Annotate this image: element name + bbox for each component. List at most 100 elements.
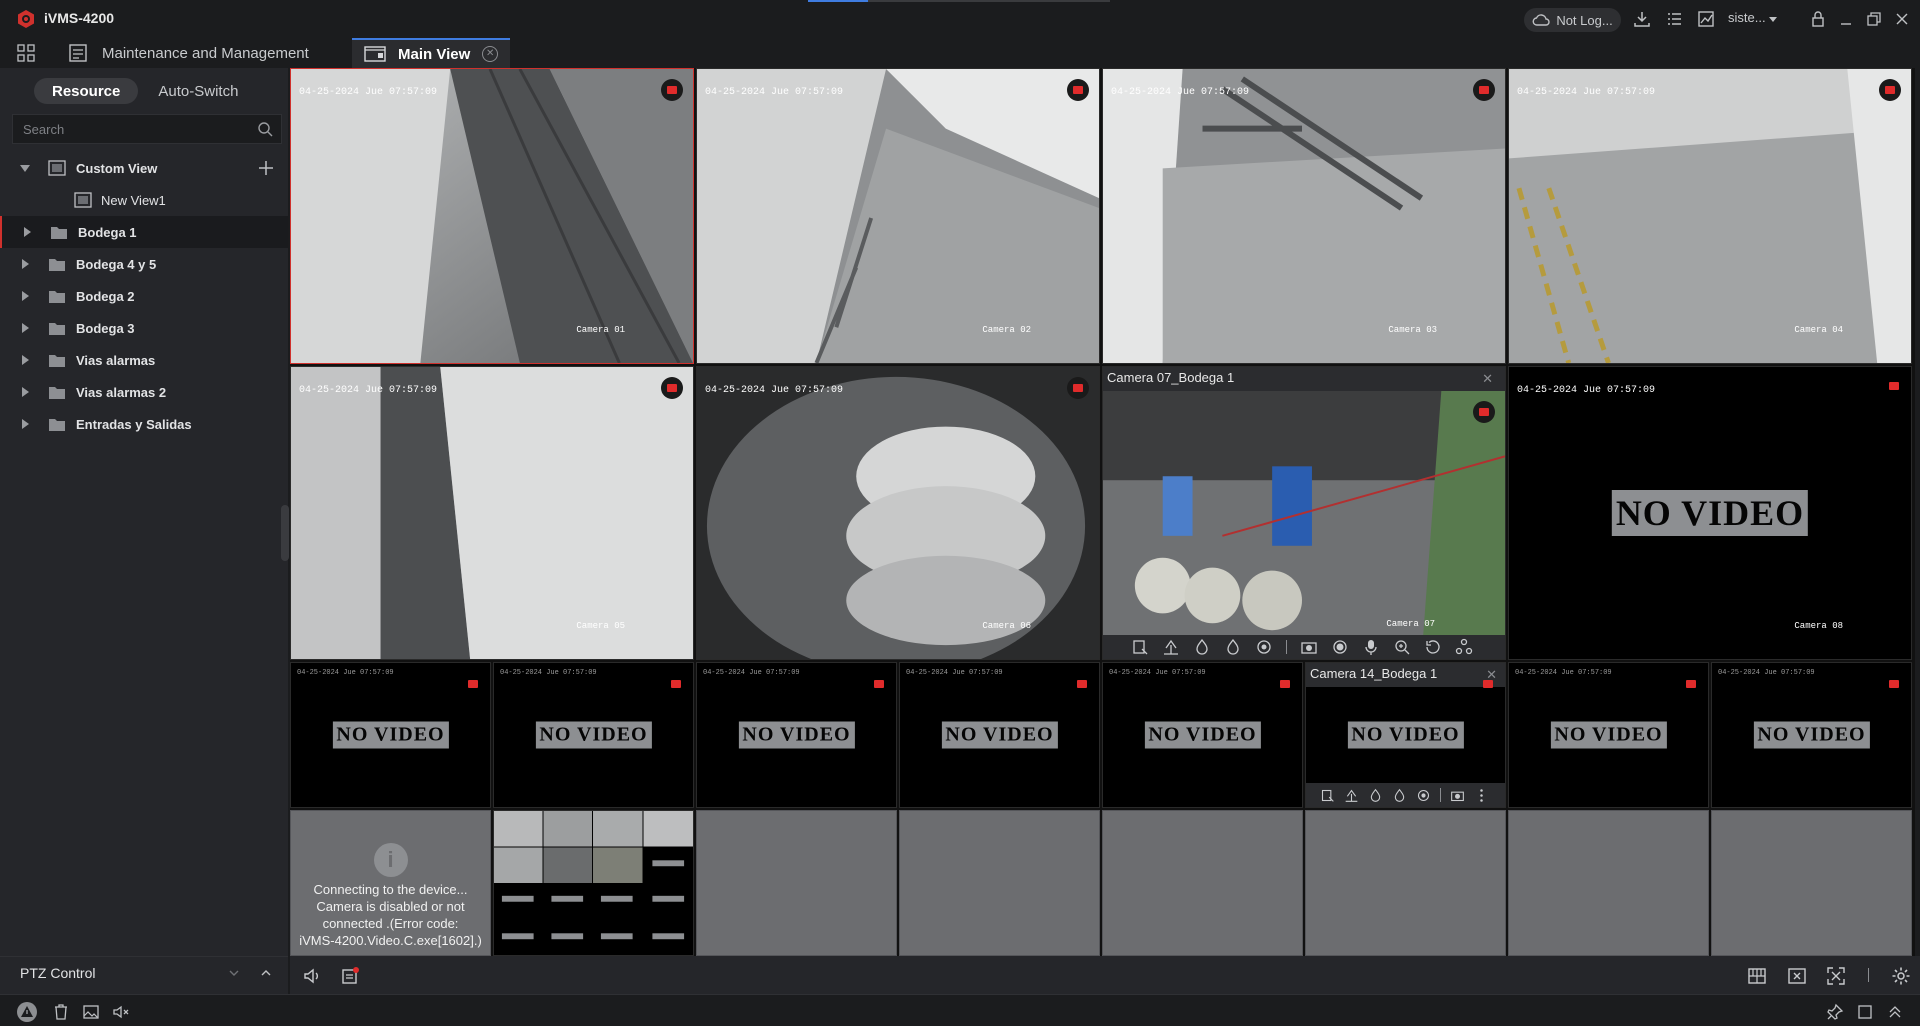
record-icon[interactable]	[1331, 638, 1349, 656]
video-pane-error[interactable]: i Connecting to the device... Camera is …	[290, 810, 491, 956]
tree-item-vias-alarmas-2[interactable]: Vias alarmas 2	[0, 376, 288, 408]
stop-preview-icon[interactable]	[1131, 638, 1149, 656]
video-pane-small[interactable]: 04-25-2024 Jue 07:57:09 NO VIDEO	[899, 662, 1100, 808]
tree-item-new-view1[interactable]: New View1	[0, 184, 288, 216]
collapsed-arrow-icon[interactable]	[20, 387, 30, 397]
video-pane-camera-01[interactable]: 04-25-2024 Jue 07:57:09 Camera 01	[290, 68, 694, 364]
video-pane-small[interactable]: 04-25-2024 Jue 07:57:09 NO VIDEO	[1711, 662, 1912, 808]
capture-icon[interactable]	[1300, 638, 1318, 656]
chart-icon[interactable]	[1696, 9, 1716, 29]
video-pane-camera-08[interactable]: 04-25-2024 Jue 07:57:09 NO VIDEO Camera …	[1508, 366, 1912, 660]
video-pane-empty[interactable]	[1508, 810, 1709, 956]
tree-item-custom-view[interactable]: Custom View	[0, 152, 288, 184]
collapsed-arrow-icon[interactable]	[20, 323, 30, 333]
video-pane-empty[interactable]	[899, 810, 1100, 956]
video-pane-camera-03[interactable]: 04-25-2024 Jue 07:57:09 Camera 03	[1102, 68, 1506, 364]
tab-maintenance[interactable]: Maintenance and Management	[66, 38, 323, 68]
pin-icon[interactable]	[1826, 1003, 1844, 1021]
close-icon[interactable]	[1892, 9, 1912, 29]
search-input[interactable]	[13, 115, 281, 143]
video-pane-small[interactable]: 04-25-2024 Jue 07:57:09 NO VIDEO	[1508, 662, 1709, 808]
restore-icon[interactable]	[1864, 9, 1884, 29]
lock-icon[interactable]	[1808, 9, 1828, 29]
user-name[interactable]: siste...	[1728, 10, 1766, 25]
capture-icon[interactable]	[1450, 788, 1465, 803]
maximize-icon[interactable]	[1856, 1003, 1874, 1021]
expand-up-icon[interactable]	[1886, 1003, 1904, 1021]
image-icon[interactable]	[82, 1003, 100, 1021]
chevron-down-icon[interactable]	[228, 967, 240, 979]
sidebar-collapse-handle[interactable]	[281, 505, 289, 561]
video-pane-small[interactable]: 04-25-2024 Jue 07:57:09 NO VIDEO	[696, 662, 897, 808]
ptz-icon[interactable]	[1162, 638, 1180, 656]
instant-playback-icon[interactable]	[1424, 638, 1442, 656]
video-pane-camera-02[interactable]: 04-25-2024 Jue 07:57:09 Camera 02	[696, 68, 1100, 364]
minimize-icon[interactable]	[1836, 9, 1856, 29]
tree-item-bodega-3[interactable]: Bodega 3	[0, 312, 288, 344]
stop-preview-icon[interactable]	[1320, 788, 1335, 803]
tab-close-icon[interactable]: ✕	[482, 46, 499, 62]
video-pane-camera-05[interactable]: 04-25-2024 Jue 07:57:09 Camera 05	[290, 366, 694, 660]
video-pane-camera-04[interactable]: 04-25-2024 Jue 07:57:09 Camera 04	[1508, 68, 1912, 364]
video-pane-small[interactable]: 04-25-2024 Jue 07:57:09 NO VIDEO	[493, 662, 694, 808]
recording-icon	[1473, 79, 1495, 101]
tree-item-bodega-2[interactable]: Bodega 2	[0, 280, 288, 312]
alarm-icon[interactable]	[16, 1001, 38, 1023]
module-menu-icon[interactable]	[16, 43, 36, 63]
alarm-output-icon[interactable]	[1193, 638, 1211, 656]
chevron-up-icon[interactable]	[260, 967, 272, 979]
mute-icon[interactable]	[112, 1003, 130, 1021]
add-view-icon[interactable]	[258, 160, 274, 176]
video-pane-empty[interactable]	[1102, 810, 1303, 956]
more-functions-icon[interactable]	[1455, 638, 1473, 656]
osd-timestamp: 04-25-2024 Jue 07:57:09	[1515, 669, 1612, 677]
alarm-output-icon[interactable]	[1368, 788, 1383, 803]
layout-icon[interactable]	[1747, 966, 1767, 986]
target-icon[interactable]	[1255, 638, 1273, 656]
tab-auto-switch[interactable]: Auto-Switch	[140, 78, 256, 104]
video-pane-camera-06[interactable]: 04-25-2024 Jue 07:57:09 Camera 06	[696, 366, 1100, 660]
collapsed-arrow-icon[interactable]	[20, 419, 30, 429]
collapsed-arrow-icon[interactable]	[20, 291, 30, 301]
pane-close-icon[interactable]: ✕	[1482, 368, 1493, 390]
task-list-icon[interactable]	[1664, 9, 1684, 29]
delete-icon[interactable]	[52, 1003, 70, 1021]
expanded-arrow-icon[interactable]	[20, 163, 30, 173]
video-pane-small[interactable]: 04-25-2024 Jue 07:57:09 NO VIDEO	[1102, 662, 1303, 808]
video-pane-mosaic-preview[interactable]	[493, 810, 694, 956]
pane-toolbar	[1103, 635, 1505, 659]
download-icon[interactable]	[1632, 9, 1652, 29]
video-pane-empty[interactable]	[696, 810, 897, 956]
tree-item-vias-alarmas[interactable]: Vias alarmas	[0, 344, 288, 376]
fire-icon[interactable]	[1392, 788, 1407, 803]
record-all-icon[interactable]	[340, 966, 360, 986]
collapsed-arrow-icon[interactable]	[22, 227, 32, 237]
fire-icon[interactable]	[1224, 638, 1242, 656]
collapsed-arrow-icon[interactable]	[20, 355, 30, 365]
tab-main-view[interactable]: Main View ✕	[352, 38, 511, 68]
microphone-icon[interactable]	[1362, 638, 1380, 656]
login-status-button[interactable]: Not Log...	[1524, 8, 1621, 32]
collapsed-arrow-icon[interactable]	[20, 259, 30, 269]
settings-icon[interactable]	[1891, 966, 1911, 986]
tree-item-entradas-y-salidas[interactable]: Entradas y Salidas	[0, 408, 288, 440]
video-pane-small[interactable]: 04-25-2024 Jue 07:57:09 NO VIDEO	[290, 662, 491, 808]
target-icon[interactable]	[1416, 788, 1431, 803]
ptz-icon[interactable]	[1344, 788, 1359, 803]
search-icon[interactable]	[257, 121, 273, 137]
clear-all-icon[interactable]	[1787, 966, 1807, 986]
volume-icon[interactable]	[302, 966, 322, 986]
video-pane-empty[interactable]	[1711, 810, 1912, 956]
fullscreen-icon[interactable]	[1826, 966, 1846, 986]
video-pane-empty[interactable]	[1305, 810, 1506, 956]
more-icon[interactable]	[1474, 788, 1489, 803]
recording-icon	[872, 677, 886, 691]
tab-resource[interactable]: Resource	[34, 78, 139, 104]
ptz-control-panel[interactable]: PTZ Control	[0, 956, 288, 988]
video-pane-camera-14[interactable]: Camera 14_Bodega 1 ✕ NO VIDEO	[1305, 662, 1506, 808]
digital-zoom-icon[interactable]	[1393, 638, 1411, 656]
user-dropdown-icon[interactable]	[1768, 14, 1778, 24]
tree-item-bodega-4-y-5[interactable]: Bodega 4 y 5	[0, 248, 288, 280]
tree-item-bodega-1[interactable]: Bodega 1	[0, 216, 288, 248]
video-pane-camera-07[interactable]: Camera 07_Bodega 1 ✕ Camera 07	[1102, 366, 1506, 660]
